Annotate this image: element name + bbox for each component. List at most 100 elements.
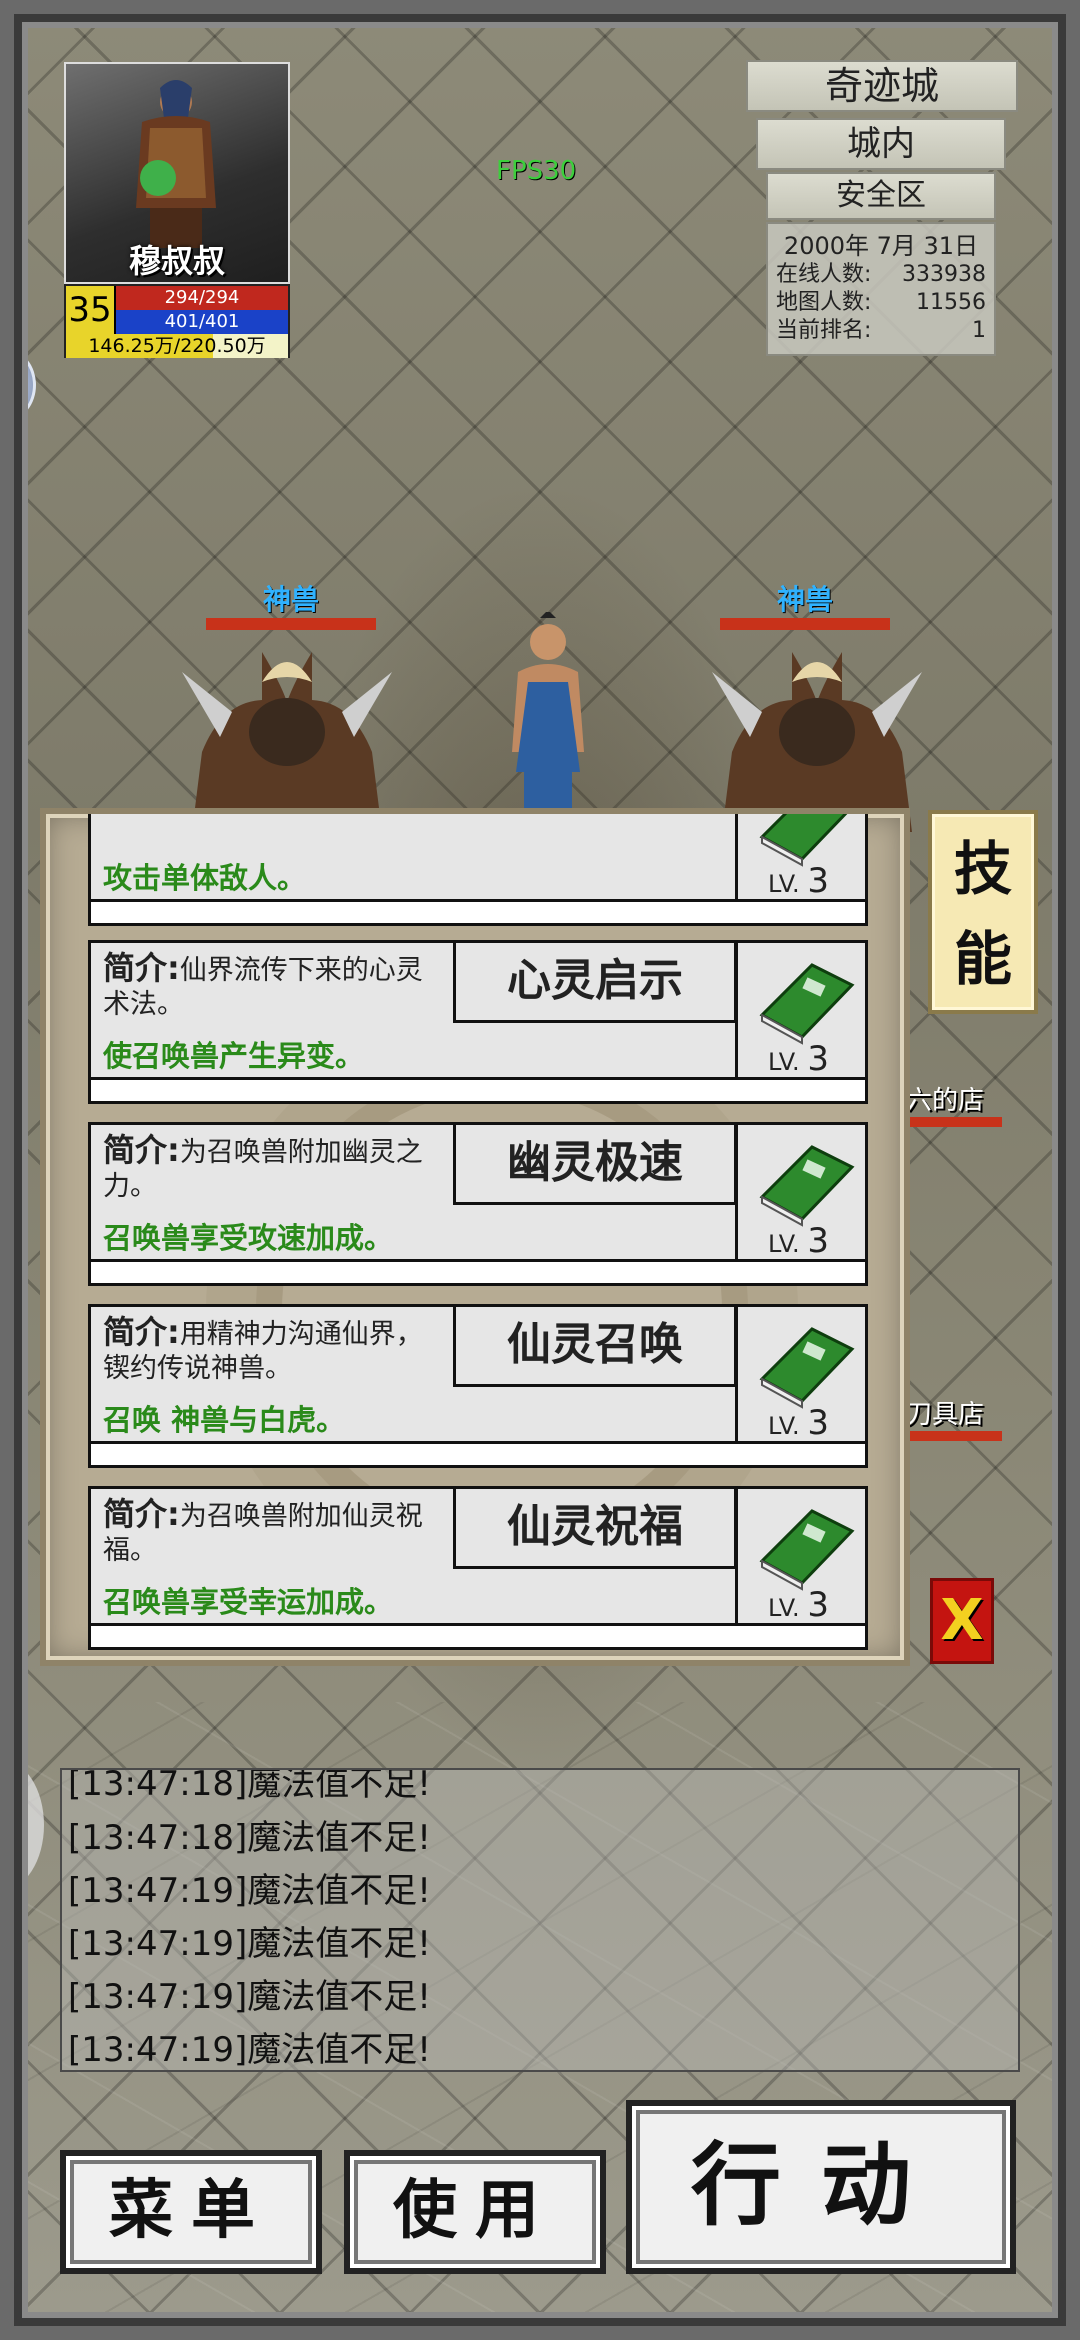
info-value: 11556 xyxy=(916,290,986,315)
skill-card-body: 简介:为召唤兽附加幽灵之力。 召唤兽享受攻速加成。 幽灵极速 LV. 3 xyxy=(88,1122,871,1265)
skill-name: 仙灵祝福 xyxy=(453,1489,737,1569)
shop-label-1[interactable]: 六的店 xyxy=(906,1080,1002,1127)
skill-level: LV. 3 xyxy=(768,1221,829,1261)
player-level: 35 xyxy=(66,286,114,334)
location-city: 奇迹城 xyxy=(746,60,1018,112)
skill-book-icon xyxy=(759,814,848,867)
skill-effect: 召唤兽享受攻速加成。 xyxy=(103,1221,394,1255)
info-row: 当前排名: 1 xyxy=(776,317,986,345)
skill-card[interactable]: 简介:仙界流传下来的心灵术法。 使召唤兽产生异变。 心灵启示 LV. 3 xyxy=(88,940,871,1104)
info-label: 地图人数: xyxy=(776,290,872,315)
skill-desc: 简介:用精神力沟通仙界，锲约传说神兽。 xyxy=(103,1315,443,1386)
skill-card-footer xyxy=(88,1444,868,1468)
skill-icon-cell: LV. 3 xyxy=(735,1307,871,1447)
skill-level-value: 3 xyxy=(807,1039,829,1079)
hero-sprite[interactable] xyxy=(488,612,608,832)
skill-level: LV. 3 xyxy=(768,861,829,901)
skill-name: 心灵启示 xyxy=(453,943,737,1023)
info-value: 333938 xyxy=(902,262,986,287)
skill-level-label: LV. xyxy=(768,870,800,898)
skill-card-footer xyxy=(88,1626,868,1650)
skill-effect: 攻击单体敌人。 xyxy=(103,861,307,895)
skill-effect: 使召唤兽产生异变。 xyxy=(103,1039,365,1073)
player-avatar xyxy=(136,80,216,248)
server-info: 2000年 7月 31日 在线人数: 333938 地图人数: 11556 当前排名… xyxy=(766,222,996,356)
chat-message: [13:47:18]魔法值不足! xyxy=(68,1818,431,1858)
chat-message: [13:47:19]魔法值不足! xyxy=(68,1977,431,2017)
player-portrait[interactable]: 穆叔叔 xyxy=(64,62,290,284)
npc-beast-right-name: 神兽 xyxy=(776,583,833,616)
skill-card[interactable]: 简介:为召唤兽附加幽灵之力。 召唤兽享受攻速加成。 幽灵极速 LV. 3 xyxy=(88,1122,871,1286)
skill-card-footer xyxy=(88,1262,868,1286)
skill-card-body: 简介:仙界流传下来的心灵术法。 使召唤兽产生异变。 心灵启示 LV. 3 xyxy=(88,940,871,1083)
skill-desc: 简介:为召唤兽附加幽灵之力。 xyxy=(103,1133,443,1204)
skill-effect: 召唤 神兽与白虎。 xyxy=(103,1403,346,1437)
skill-level-label: LV. xyxy=(768,1594,800,1622)
close-dialog-button[interactable]: X xyxy=(930,1578,994,1664)
skill-desc-label: 简介: xyxy=(103,949,180,987)
info-label: 在线人数: xyxy=(776,262,872,287)
location-area: 城内 xyxy=(756,118,1006,170)
beast-left-sprite[interactable] xyxy=(162,642,412,832)
skill-level: LV. 3 xyxy=(768,1403,829,1443)
location-zone: 安全区 xyxy=(766,172,996,220)
skill-level-label: LV. xyxy=(768,1048,800,1076)
skill-level-label: LV. xyxy=(768,1412,800,1440)
skill-card-body: 简介:为召唤兽附加仙灵祝福。 召唤兽享受幸运加成。 仙灵祝福 LV. 3 xyxy=(88,1486,871,1629)
skill-card[interactable]: 简介:用精神力沟通仙界，锲约传说神兽。 召唤 神兽与白虎。 仙灵召唤 LV. 3 xyxy=(88,1304,871,1468)
npc-beast-left-nameplate: 神兽 xyxy=(206,578,376,630)
skill-book-icon xyxy=(759,963,855,1045)
skill-effect: 召唤兽享受幸运加成。 xyxy=(103,1585,394,1619)
skill-desc-label: 简介: xyxy=(103,1313,180,1351)
skill-level: LV. 3 xyxy=(768,1039,829,1079)
skill-card-body: 简介:用精神力沟通仙界，锲约传说神兽。 召唤 神兽与白虎。 仙灵召唤 LV. 3 xyxy=(88,1304,871,1447)
skill-desc-label: 简介: xyxy=(103,1131,180,1169)
skill-book-icon xyxy=(759,1509,855,1591)
skill-name: 仙灵召唤 xyxy=(453,1307,737,1387)
game-screen: 神兽 神兽 六的店 刀具店 穆叔叔 35 294/294 401/401 146… xyxy=(0,0,1080,2340)
skill-name: 幽灵极速 xyxy=(453,1125,737,1205)
skill-icon-cell: LV. 3 xyxy=(735,943,871,1083)
fps-counter: FPS30 xyxy=(496,156,577,186)
chat-message: [13:47:19]魔法值不足! xyxy=(68,1871,431,1911)
player-name: 穆叔叔 xyxy=(128,242,225,280)
skill-level-label: LV. xyxy=(768,1230,800,1258)
npc-beast-left-name: 神兽 xyxy=(262,583,319,616)
skill-desc: 简介:为召唤兽附加仙灵祝福。 xyxy=(103,1497,443,1568)
skill-icon-cell: LV. 3 xyxy=(735,814,871,905)
player-stats: 35 294/294 401/401 146.25万/220.50万 xyxy=(64,284,290,358)
game-date: 2000年 7月 31日 xyxy=(783,232,979,260)
info-value: 1 xyxy=(972,318,986,343)
shop-label-2[interactable]: 刀具店 xyxy=(906,1394,1002,1441)
hp-bar: 294/294 xyxy=(116,286,288,310)
skill-level: LV. 3 xyxy=(768,1585,829,1625)
shop-name-1: 六的店 xyxy=(906,1086,985,1116)
skill-level-value: 3 xyxy=(807,1221,829,1261)
chat-message: [13:47:18]魔法值不足! xyxy=(68,1768,431,1804)
npc-beast-right-nameplate: 神兽 xyxy=(720,578,890,630)
skill-tab[interactable]: 技能 xyxy=(928,810,1038,1014)
skill-card[interactable]: 简介:为召唤兽附加仙灵祝福。 召唤兽享受幸运加成。 仙灵祝福 LV. 3 xyxy=(88,1486,871,1650)
skill-level-value: 3 xyxy=(807,861,829,901)
skill-level-value: 3 xyxy=(807,1403,829,1443)
skill-icon-cell: LV. 3 xyxy=(735,1489,871,1629)
use-button[interactable]: 使用 xyxy=(344,2150,606,2274)
menu-button[interactable]: 菜单 xyxy=(60,2150,322,2274)
skill-desc: 简介:仙界流传下来的心灵术法。 xyxy=(103,951,443,1022)
info-row: 在线人数: 333938 xyxy=(776,261,986,289)
info-label: 当前排名: xyxy=(776,318,872,343)
chat-log[interactable]: [13:47:18]魔法值不足! [13:47:18]魔法值不足! [13:47… xyxy=(60,1768,1020,2072)
skill-card-footer xyxy=(88,902,868,926)
skill-card[interactable]: 攻击单体敌人。 LV. 3 xyxy=(88,814,871,926)
skill-card-body: 攻击单体敌人。 LV. 3 xyxy=(88,814,871,905)
skill-book-icon xyxy=(759,1145,855,1227)
action-button[interactable]: 行动 xyxy=(626,2100,1016,2274)
chat-message: [13:47:19]魔法值不足! xyxy=(68,2030,431,2070)
skill-book-icon xyxy=(759,1327,855,1409)
skill-dialog: 攻击单体敌人。 LV. 3 简介:仙界流传下来的心灵术法。 使召唤兽产生异变。 … xyxy=(40,808,910,1666)
exp-text: 146.25万/220.50万 xyxy=(88,335,266,357)
skill-desc-label: 简介: xyxy=(103,1495,180,1533)
skill-icon-cell: LV. 3 xyxy=(735,1125,871,1265)
chat-icon xyxy=(0,1816,24,1836)
beast-right-sprite[interactable] xyxy=(692,642,942,832)
